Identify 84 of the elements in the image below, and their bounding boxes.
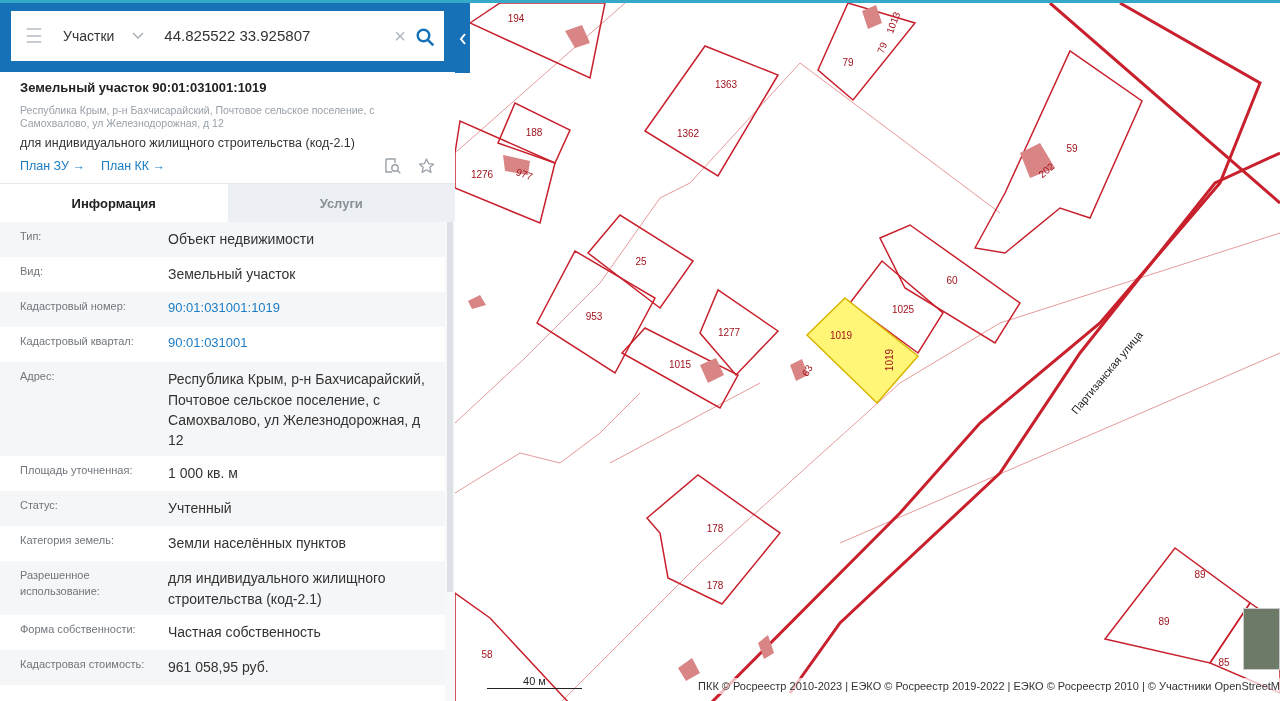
scrollbar-thumb[interactable] (447, 222, 453, 593)
parcel-number: 1362 (676, 127, 700, 139)
field-value: 1 000 кв. м (168, 464, 239, 484)
field-value: Частная собственность (168, 623, 322, 643)
scrollbar[interactable] (445, 222, 455, 701)
parcel-number: 194 (507, 12, 525, 24)
land-parcel[interactable] (468, 3, 606, 80)
field-value: 961 058,95 руб. (168, 658, 270, 678)
building[interactable] (1020, 143, 1055, 178)
object-address: Республика Крым, р-н Бахчисарайский, Почтовое сельское поселение, с Самохвалово, ул Железнодорожная, д 12 (20, 103, 376, 130)
parcel-number: 1025 (891, 303, 915, 315)
field-label: Кадастровая стоимость: (20, 657, 146, 673)
field-value: для индивидуального жилищного строительства (код-2.1) (168, 569, 387, 609)
field-label: Кадастровый квартал: (20, 334, 135, 350)
parcel-number: 1019 (883, 348, 895, 372)
land-parcel[interactable] (699, 288, 780, 377)
land-parcel[interactable] (645, 474, 782, 605)
land-parcel[interactable] (643, 45, 780, 178)
tab[interactable]: Услуги (227, 184, 455, 223)
parcel-number: 1363 (714, 78, 738, 90)
land-parcel[interactable] (586, 214, 695, 310)
field-label: Тип: (20, 229, 43, 245)
star-icon[interactable] (418, 157, 435, 174)
parcel-number: 178 (706, 522, 724, 534)
land-parcel[interactable] (817, 3, 917, 102)
land-parcel[interactable] (536, 249, 656, 375)
field-label: Разрешенное использование: (20, 568, 101, 599)
field-label: Статус: (20, 498, 59, 514)
land-parcel[interactable] (497, 101, 571, 164)
field-link[interactable]: 90:01:031001 (168, 334, 254, 357)
category-dropdown[interactable]: Участки (53, 25, 153, 47)
parcel-number: 79 (875, 40, 890, 55)
parcel-number: 89 (1158, 615, 1170, 627)
parcel-number: 1019 (829, 329, 853, 341)
land-parcel[interactable] (1103, 546, 1252, 664)
land-parcel[interactable] (973, 49, 1143, 254)
parcel-number: 25 (635, 255, 647, 267)
collapse-panel-button[interactable] (455, 3, 470, 73)
building[interactable] (678, 658, 700, 681)
building[interactable] (565, 25, 590, 48)
parcel-number: 58 (481, 648, 493, 660)
field-label: Кадастровый номер: (20, 299, 127, 315)
parcel-number: 79 (842, 56, 854, 68)
parcel-number: 178 (706, 579, 724, 591)
parcel-number: 85 (1218, 656, 1230, 668)
chevron-down-icon (132, 32, 145, 40)
object-title: Земельный участок 90:01:031001:1019 (20, 79, 268, 97)
field-value: Учтенный (168, 499, 233, 519)
field-value: Объект недвижимости (168, 230, 316, 250)
field-label: Адрес: (20, 369, 56, 385)
land-parcel[interactable] (455, 119, 556, 225)
plan-link[interactable]: План КК → (100, 156, 166, 176)
parcel-number: 59 (1066, 142, 1078, 154)
field-value: Земельный участок (168, 265, 297, 285)
plan-link[interactable]: План ЗУ → (20, 156, 85, 176)
parcel-number: 60 (946, 274, 958, 286)
field-value: Земли населённых пунктов (168, 534, 348, 554)
parcel-number: 1015 (668, 358, 692, 370)
land-parcel[interactable] (620, 327, 740, 410)
parcel-number: 89 (1194, 568, 1206, 580)
parcel-number: 1277 (717, 326, 741, 338)
land-parcel[interactable] (878, 224, 1021, 345)
field-label: Вид: (20, 264, 44, 280)
building[interactable] (700, 358, 724, 383)
parcel-number: 188 (525, 126, 543, 138)
field-value: Республика Крым, р-н Бахчисарайский, Почтовое сельское поселение, с Самохвалово, ул Железнодорожная, д 12 (168, 370, 426, 451)
parcel-number: 1276 (470, 168, 494, 180)
parcel-number: 63 (799, 363, 815, 379)
parcel-number: 202 (1036, 160, 1057, 180)
satellite-layer-button[interactable] (1243, 608, 1280, 670)
building[interactable] (758, 635, 774, 659)
field-link[interactable]: 90:01:031001:1019 (168, 299, 287, 322)
parcel-number: 977 (514, 166, 534, 183)
chevron-left-icon (458, 32, 467, 45)
field-label: Площадь уточненная: (20, 463, 134, 479)
field-label: Форма собственности: (20, 622, 137, 638)
map-scale: 40 м (487, 674, 582, 689)
field-label: Категория земель: (20, 533, 116, 549)
building[interactable] (468, 295, 486, 309)
object-purpose: для индивидуального жилищного строительства (код-2.1) (20, 134, 356, 152)
map-attribution: ПКК © Росреестр 2010-2023 | ЕЭКО © Росреестр 2019-2022 | ЕЭКО © Росреестр 2010 | © Участники OpenStreetM (698, 677, 1280, 694)
parcel-number: 1013 (884, 10, 903, 36)
parcel-number: 953 (585, 310, 603, 322)
building[interactable] (862, 5, 882, 29)
